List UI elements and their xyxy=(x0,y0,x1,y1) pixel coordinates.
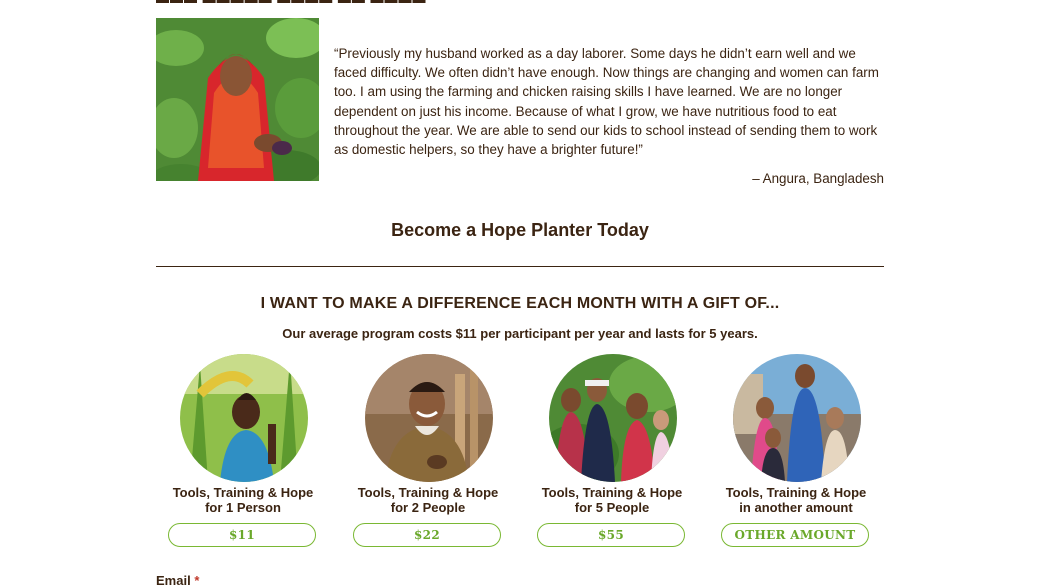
gift-option-title-line2: for 1 Person xyxy=(205,500,281,515)
gift-option-title-line1: Tools, Training & Hope xyxy=(172,485,314,500)
gift-option-photo xyxy=(549,354,677,482)
amount-button-other[interactable]: OTHER AMOUNT xyxy=(721,523,869,547)
gift-option-2: Tools, Training & Hope for 2 People $22 xyxy=(341,354,515,550)
gift-heading: I WANT TO MAKE A DIFFERENCE EACH MONTH W… xyxy=(260,295,780,312)
cta-heading: Become a Hope Planter Today xyxy=(391,220,649,240)
amount-button-11[interactable]: $11 xyxy=(168,523,316,547)
gift-option-title: Tools, Training & Hope for 2 People xyxy=(341,485,515,515)
gift-options: Tools, Training & Hope for 1 Person $11 … xyxy=(156,354,884,550)
gift-option-title-line2: for 5 People xyxy=(574,500,650,515)
testimonial: “Previously my husband worked as a day l… xyxy=(156,18,884,188)
gift-option-photo xyxy=(180,354,308,482)
previous-section-cut-text: ▬▬▬ ▬▬▬▬▬ ▬▬▬▬ ▬▬ ▬▬▬▬ ▬▬▬ xyxy=(156,0,456,3)
testimonial-attribution: – Angura, Bangladesh xyxy=(752,171,884,186)
gift-option-title: Tools, Training & Hope for 5 People xyxy=(525,485,699,515)
gift-option-1: Tools, Training & Hope for 1 Person $11 xyxy=(156,354,330,550)
gift-option-photo xyxy=(365,354,493,482)
gift-option-title: Tools, Training & Hope in another amount xyxy=(709,485,883,515)
gift-option-title-line1: Tools, Training & Hope xyxy=(541,485,683,500)
gift-option-title-line2: in another amount xyxy=(739,500,853,515)
amount-button-22[interactable]: $22 xyxy=(353,523,501,547)
gift-option-title-line1: Tools, Training & Hope xyxy=(357,485,499,500)
gift-option-title: Tools, Training & Hope for 1 Person xyxy=(156,485,330,515)
amount-button-55[interactable]: $55 xyxy=(537,523,685,547)
section-divider xyxy=(156,266,884,267)
gift-option-photo xyxy=(733,354,861,482)
testimonial-quote: “Previously my husband worked as a day l… xyxy=(334,46,879,158)
gift-option-3: Tools, Training & Hope for 5 People $55 xyxy=(525,354,699,550)
gift-option-title-line2: for 2 People xyxy=(390,500,466,515)
gift-subheading: Our average program costs $11 per partic… xyxy=(282,326,758,341)
testimonial-photo xyxy=(156,18,319,181)
gift-option-title-line1: Tools, Training & Hope xyxy=(725,485,867,500)
gift-option-4: Tools, Training & Hope in another amount… xyxy=(709,354,883,550)
